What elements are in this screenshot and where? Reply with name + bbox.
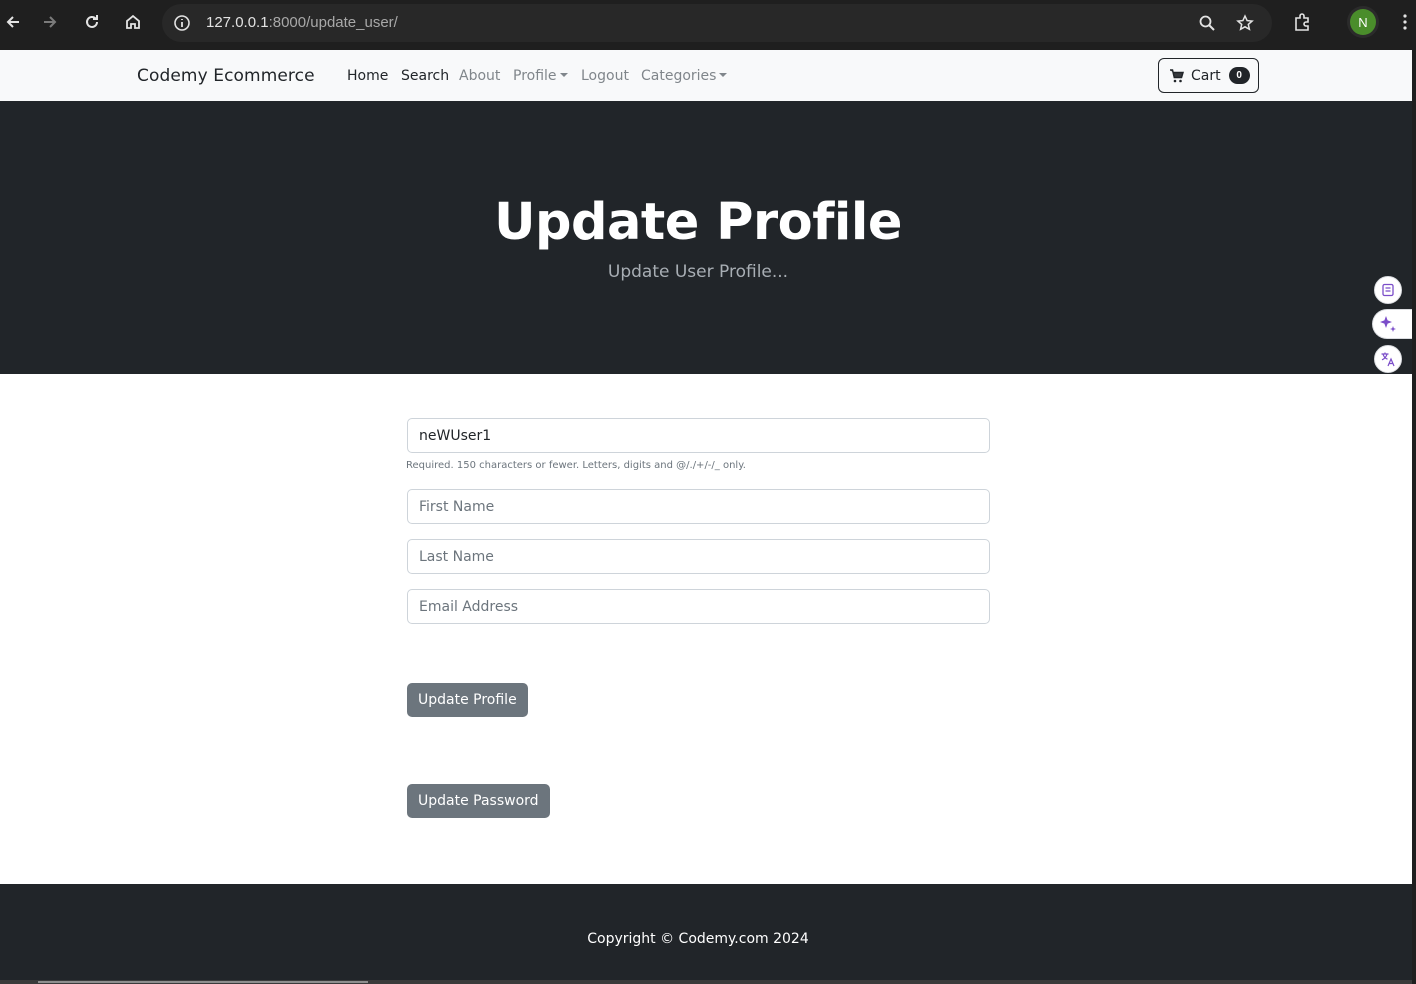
nav-profile-dropdown[interactable]: Profile — [513, 68, 568, 84]
page-subtitle: Update User Profile... — [607, 262, 789, 282]
menu-kebab-icon[interactable] — [1392, 9, 1416, 35]
nav-about[interactable]: About — [459, 68, 500, 84]
nav-categories-dropdown[interactable]: Categories — [641, 68, 728, 84]
address-bar[interactable]: 127.0.0.1:8000/update_user/ — [162, 4, 1272, 42]
cart-count-badge: 0 — [1228, 67, 1250, 84]
nav-categories-label: Categories — [641, 68, 717, 84]
extensions-icon[interactable] — [1289, 9, 1315, 35]
nav-logout[interactable]: Logout — [581, 68, 629, 84]
username-helptext: Required. 150 characters or fewer. Lette… — [406, 460, 746, 471]
page-header: Update Profile Update User Profile... — [0, 101, 1412, 374]
username-input[interactable] — [407, 418, 990, 453]
scrollbar-thumb[interactable] — [38, 981, 368, 983]
profile-avatar[interactable]: N — [1350, 9, 1376, 35]
update-password-button[interactable]: Update Password — [407, 784, 550, 818]
site-footer: Copyright © Codemy.com 2024 — [0, 884, 1412, 980]
brand-link[interactable]: Codemy Ecommerce — [137, 66, 315, 86]
back-icon[interactable] — [0, 9, 26, 35]
browser-toolbar: 127.0.0.1:8000/update_user/ N — [0, 0, 1416, 50]
cart-button[interactable]: Cart 0 — [1158, 58, 1259, 93]
update-profile-button[interactable]: Update Profile — [407, 683, 528, 717]
bookmark-star-icon[interactable] — [1233, 11, 1257, 35]
first-name-input[interactable] — [407, 489, 990, 524]
site-info-icon[interactable] — [170, 11, 194, 35]
reading-mode-icon[interactable] — [1374, 276, 1402, 304]
cart-label: Cart — [1191, 67, 1221, 84]
cart-icon — [1170, 68, 1184, 82]
ai-sparkle-icon[interactable] — [1372, 309, 1416, 339]
last-name-input[interactable] — [407, 539, 990, 574]
page-title: Update Profile — [494, 193, 902, 252]
horizontal-scrollbar[interactable] — [0, 980, 1412, 984]
caret-down-icon — [719, 73, 728, 77]
nav-profile-label: Profile — [513, 68, 557, 84]
zoom-icon[interactable] — [1195, 11, 1219, 35]
url-text[interactable]: 127.0.0.1:8000/update_user/ — [206, 14, 398, 31]
translate-icon[interactable] — [1374, 345, 1402, 373]
reload-icon[interactable] — [79, 9, 105, 35]
forward-icon[interactable] — [37, 9, 63, 35]
nav-home[interactable]: Home — [347, 68, 388, 84]
nav-search[interactable]: Search — [401, 68, 449, 84]
site-navbar: Codemy Ecommerce Home Search About Profi… — [0, 50, 1412, 101]
copyright-text: Copyright © Codemy.com 2024 — [587, 931, 809, 947]
vertical-scrollbar[interactable] — [1412, 50, 1416, 984]
caret-down-icon — [559, 73, 568, 77]
home-icon[interactable] — [120, 9, 146, 35]
email-input[interactable] — [407, 589, 990, 624]
